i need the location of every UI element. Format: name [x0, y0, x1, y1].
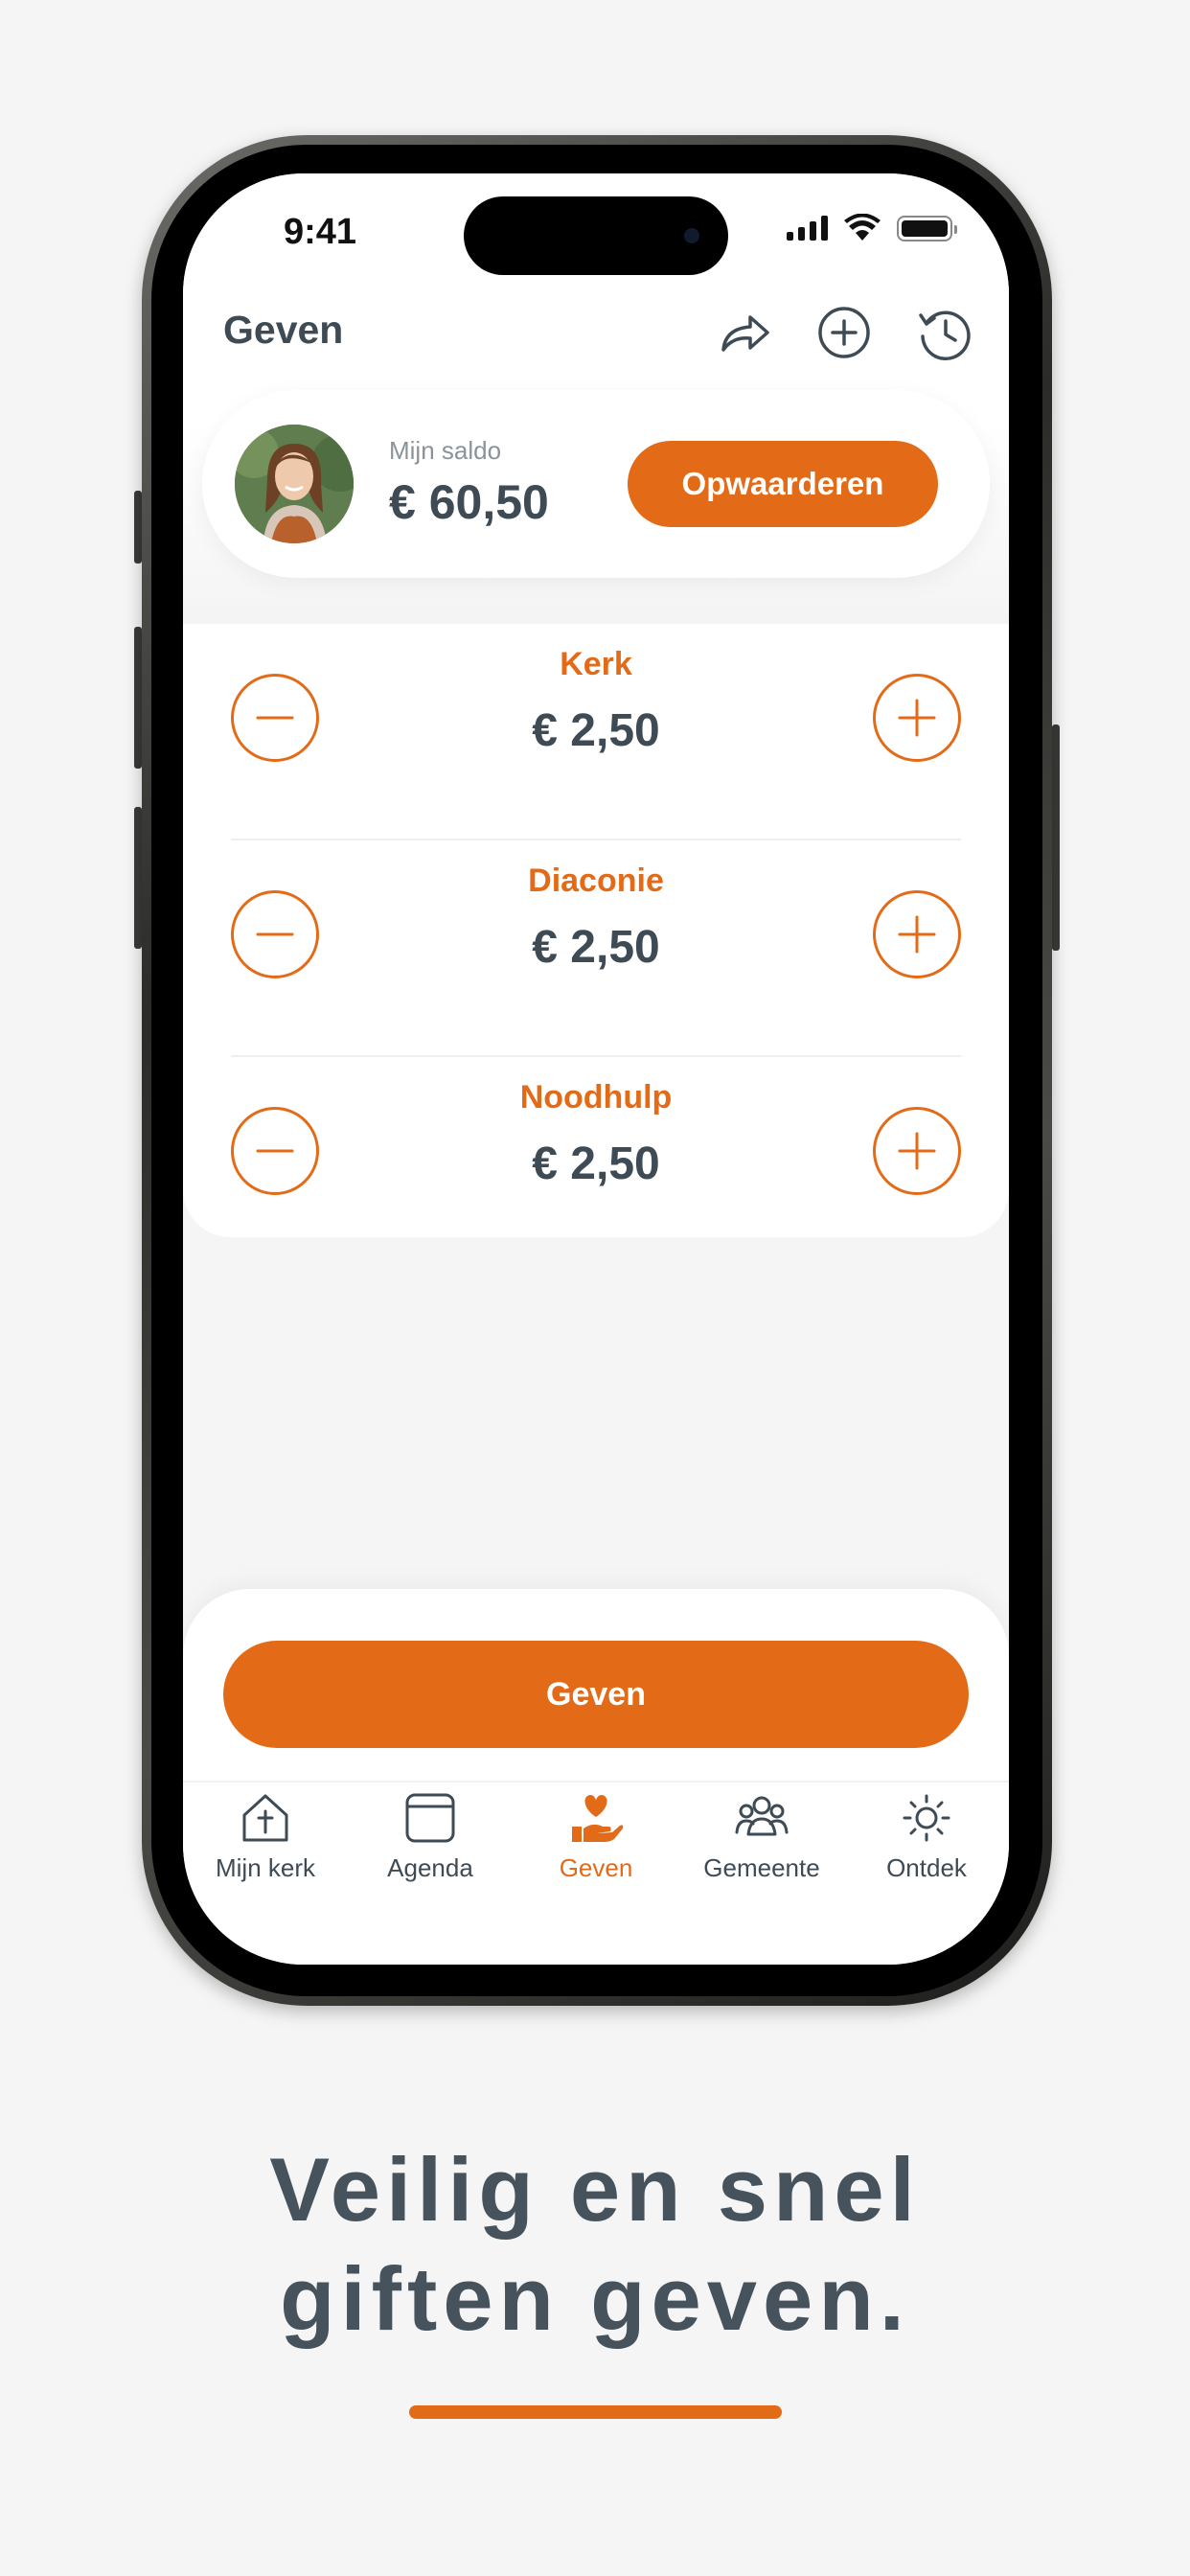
increase-button[interactable]	[873, 674, 961, 762]
history-icon[interactable]	[915, 304, 973, 361]
increase-button[interactable]	[873, 890, 961, 978]
avatar	[235, 425, 354, 543]
page-title: Geven	[223, 308, 344, 352]
donation-row-diaconie: Diaconie € 2,50	[183, 840, 1009, 1057]
tab-label: Agenda	[387, 1853, 473, 1882]
tab-geven[interactable]: Geven	[514, 1790, 678, 1896]
donation-name: Diaconie	[528, 862, 664, 899]
tab-label: Mijn kerk	[215, 1853, 315, 1882]
tagline-line-2: giften geven.	[280, 2248, 910, 2349]
plus-circle-icon[interactable]	[815, 304, 873, 361]
decrease-button[interactable]	[231, 1107, 319, 1195]
topup-button[interactable]: Opwaarderen	[628, 441, 938, 527]
tab-agenda[interactable]: Agenda	[348, 1790, 513, 1896]
battery-icon	[897, 215, 957, 242]
discover-icon	[903, 1794, 950, 1842]
tagline: Veilig en snel giften geven.	[0, 2135, 1190, 2354]
balance-card: Mijn saldo € 60,50 Opwaarderen	[202, 390, 990, 578]
minus-icon	[256, 716, 294, 720]
donation-row-kerk: Kerk € 2,50	[183, 624, 1009, 840]
plus-icon	[898, 915, 936, 954]
decrease-button[interactable]	[231, 890, 319, 978]
donation-name: Noodhulp	[519, 1079, 673, 1116]
volume-down-button	[134, 807, 142, 949]
volume-up-button	[134, 627, 142, 769]
tagline-underline	[409, 2405, 782, 2419]
calendar-icon	[405, 1793, 455, 1843]
minus-icon	[256, 1149, 294, 1153]
donation-name: Kerk	[560, 646, 632, 682]
power-button	[1052, 724, 1060, 951]
donation-row-noodhulp: Noodhulp € 2,50	[183, 1057, 1009, 1274]
app-screen: 9:41 Geven Mijn saldo € 60,50 Opwaardere…	[183, 173, 1009, 1965]
cellular-signal-icon	[787, 216, 828, 241]
tagline-line-1: Veilig en snel	[269, 2139, 921, 2240]
tab-gemeente[interactable]: Gemeente	[679, 1790, 844, 1896]
wifi-icon	[844, 214, 881, 241]
balance-label: Mijn saldo	[389, 436, 502, 465]
giving-hand-icon	[572, 1795, 624, 1842]
minus-icon	[256, 932, 294, 936]
balance-amount: € 60,50	[389, 475, 549, 529]
tab-ontdek[interactable]: Ontdek	[844, 1790, 1009, 1896]
increase-button[interactable]	[873, 1107, 961, 1195]
donation-list: Kerk € 2,50 Diaconie € 2,50 Noodhulp € 2…	[183, 624, 1009, 1237]
share-icon[interactable]	[716, 304, 773, 361]
community-icon	[735, 1796, 789, 1836]
plus-icon	[898, 1132, 936, 1170]
status-time: 9:41	[284, 212, 357, 252]
status-icons	[787, 214, 957, 242]
give-button[interactable]: Geven	[223, 1641, 969, 1748]
plus-icon	[898, 699, 936, 737]
dynamic-island	[464, 196, 728, 275]
church-icon	[242, 1794, 288, 1842]
tab-mijn-kerk[interactable]: Mijn kerk	[183, 1790, 348, 1896]
tab-label: Gemeente	[703, 1853, 820, 1882]
decrease-button[interactable]	[231, 674, 319, 762]
action-button	[134, 491, 142, 564]
tab-label: Ontdek	[886, 1853, 967, 1882]
tab-label: Geven	[559, 1853, 633, 1882]
bottom-sheet: Geven Mijn kerk Agenda Geven Gemeente On…	[183, 1589, 1009, 1965]
